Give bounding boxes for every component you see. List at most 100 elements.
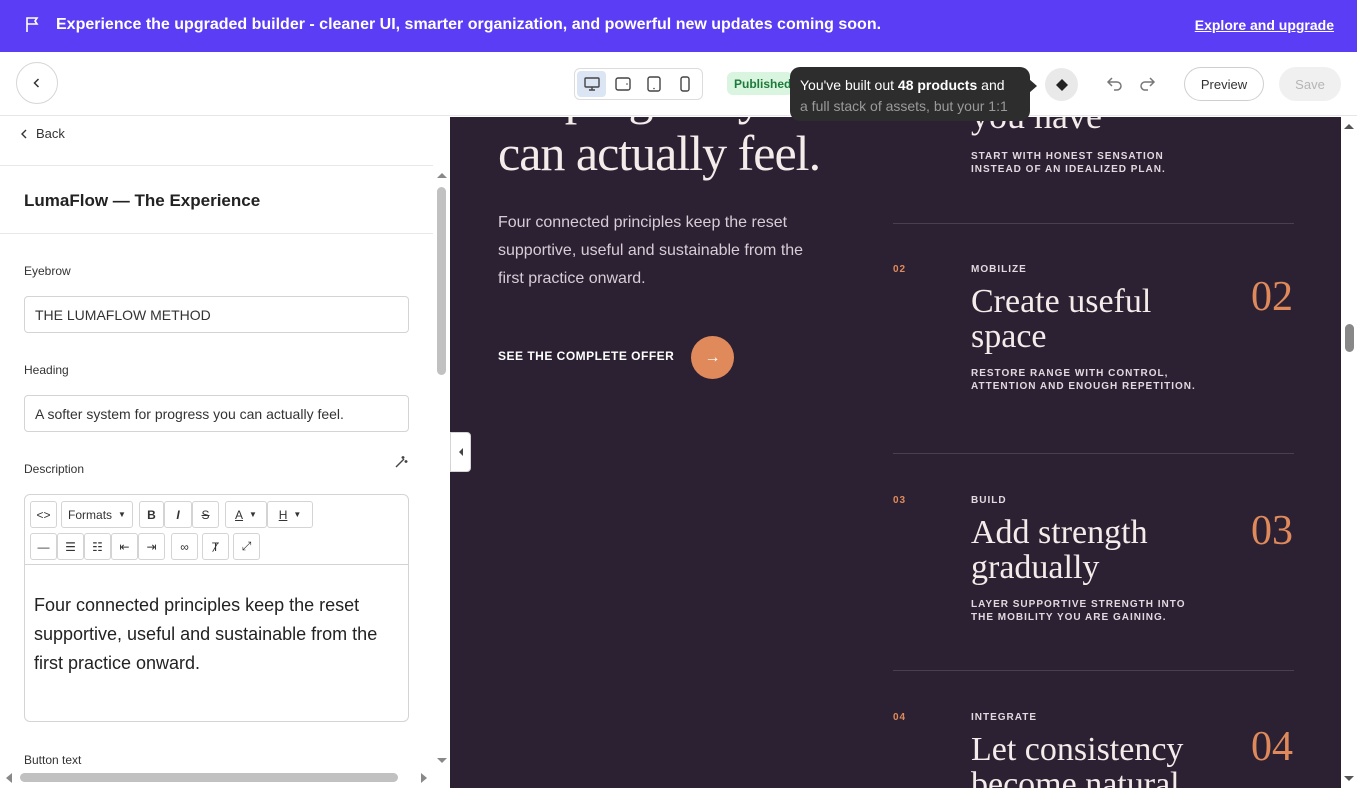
bold-icon: B [147, 507, 156, 522]
step4-kicker: INTEGRATE [971, 712, 1038, 723]
collapse-panel-button[interactable] [450, 432, 471, 472]
preview-description: Four connected principles keep the reset… [498, 214, 804, 287]
editor-topbar: Published You've built out 48 products a… [0, 52, 1357, 121]
scroll-down-icon[interactable] [1341, 773, 1357, 785]
formats-label: Formats [68, 507, 113, 522]
preview-scroll-thumb[interactable] [1345, 324, 1354, 352]
highlight-button[interactable]: H ▼ [267, 501, 313, 528]
editor-content[interactable]: Four connected principles keep the reset… [25, 565, 408, 678]
step2-big-number: 02 [1251, 274, 1293, 320]
magic-wand-icon[interactable] [393, 454, 409, 470]
scroll-left-icon[interactable] [3, 771, 15, 785]
preview-heading: for progress you can actually feel. [498, 117, 821, 181]
tablet-landscape-view-button[interactable] [608, 71, 637, 97]
tooltip-bold: 48 products [897, 77, 978, 93]
tooltip-line2: a full stack of assets, but your 1:1 [800, 98, 1008, 114]
mobile-view-button[interactable] [671, 71, 700, 97]
preview-scrollbar[interactable] [1341, 117, 1357, 788]
chevron-left-icon [33, 78, 40, 88]
step4-number: 04 [893, 712, 907, 723]
device-switcher [574, 68, 703, 100]
horizontal-rule-button[interactable]: — [30, 533, 57, 560]
text-color-button[interactable]: A ▼ [225, 501, 267, 528]
step4-big-number: 04 [1251, 724, 1293, 770]
status-badge: Published [727, 72, 793, 95]
preview-cta-button[interactable]: → [691, 336, 734, 379]
back-circle-button[interactable] [16, 62, 58, 104]
preview-heading-line2: can actually feel. [498, 125, 821, 181]
panel-horizontal-scroll-thumb[interactable] [20, 773, 398, 782]
preview-heading-line1: for progress you [498, 117, 820, 125]
description-label: Description [24, 462, 85, 476]
text-color-icon: A [235, 507, 244, 522]
step4-heading: Let consistency become natural [971, 731, 1184, 788]
clear-format-icon: Ⱦ [211, 539, 220, 554]
numbered-list-button[interactable]: ☷ [84, 533, 111, 560]
step3-sub: LAYER SUPPORTIVE STRENGTH INTO THE MOBIL… [971, 599, 1186, 623]
scroll-up-icon[interactable] [434, 169, 450, 181]
code-view-button[interactable]: <> [30, 501, 57, 528]
step3-number: 03 [893, 495, 907, 506]
step2-kicker: MOBILIZE [971, 264, 1027, 275]
divider [0, 165, 433, 166]
heading-label: Heading [24, 363, 69, 377]
redo-icon[interactable] [1138, 74, 1156, 92]
settings-panel: Back LumaFlow — The Experience Eyebrow T… [0, 117, 450, 788]
chevron-down-icon: ▼ [249, 510, 257, 519]
code-icon: <> [36, 507, 51, 522]
undo-icon[interactable] [1106, 74, 1124, 92]
divider [0, 233, 433, 234]
highlight-icon: H [278, 507, 288, 522]
desktop-view-button[interactable] [577, 71, 607, 97]
preview-cta-label[interactable]: SEE THE COMPLETE OFFER [498, 349, 674, 363]
flag-icon [26, 17, 39, 32]
chevron-down-icon: ▼ [293, 510, 302, 519]
arrow-right-icon: → [704, 348, 721, 366]
bullet-list-button[interactable]: ☰ [57, 533, 84, 560]
diamond-button[interactable] [1045, 68, 1078, 101]
indent-button[interactable]: ⇥ [138, 533, 165, 560]
panel-scroll-thumb[interactable] [437, 187, 446, 375]
step2-heading: Create useful space [971, 283, 1152, 355]
link-button[interactable]: ∞ [171, 533, 198, 560]
banner-message: Experience the upgraded builder - cleane… [56, 16, 882, 33]
italic-icon: I [176, 507, 180, 522]
panel-title: LumaFlow — The Experience [24, 191, 261, 210]
description-editor: <> Formats ▼ B I S A ▼ H ▼ — ☰ ☷ ⇤ ⇥ ∞ Ⱦ ⤢ … [24, 494, 409, 722]
button-text-label: Button text [24, 753, 82, 767]
chevron-left-icon [21, 129, 27, 138]
explore-upgrade-link[interactable]: Explore and upgrade [1195, 17, 1334, 33]
tablet-view-button[interactable] [640, 71, 669, 97]
strikethrough-button[interactable]: S [192, 501, 219, 528]
step-divider [893, 453, 1294, 454]
save-button[interactable]: Save [1279, 67, 1341, 101]
step-divider [893, 223, 1294, 224]
numbered-list-icon: ☷ [92, 539, 103, 554]
bold-button[interactable]: B [139, 501, 164, 528]
editor-toolbar: <> Formats ▼ B I S A ▼ H ▼ — ☰ ☷ ⇤ ⇥ ∞ Ⱦ ⤢ [25, 495, 408, 565]
scroll-up-icon[interactable] [1341, 120, 1357, 132]
back-link[interactable]: Back [20, 126, 65, 141]
bullet-list-icon: ☰ [65, 539, 76, 554]
tablet-icon [647, 76, 661, 92]
preview-button[interactable]: Preview [1184, 67, 1264, 101]
products-tooltip: You've built out 48 products and a full … [790, 67, 1037, 121]
formats-dropdown[interactable]: Formats ▼ [61, 501, 133, 528]
link-icon: ∞ [180, 539, 189, 554]
italic-button[interactable]: I [164, 501, 192, 528]
step3-heading: Add strength gradually [971, 514, 1148, 586]
fullscreen-button[interactable]: ⤢ [233, 533, 260, 560]
strikethrough-icon: S [201, 507, 210, 522]
scroll-down-icon[interactable] [434, 755, 450, 767]
scroll-right-icon[interactable] [418, 771, 430, 785]
outdent-button[interactable]: ⇤ [111, 533, 138, 560]
step1-sub: START WITH HONEST SENSATION INSTEAD OF A… [971, 151, 1166, 175]
chevron-down-icon: ▼ [118, 510, 126, 519]
clear-format-button[interactable]: Ⱦ [202, 533, 229, 560]
back-label: Back [36, 126, 65, 141]
step3-kicker: BUILD [971, 495, 1007, 506]
upgrade-banner: Experience the upgraded builder - cleane… [0, 0, 1357, 52]
indent-icon: ⇥ [146, 539, 157, 554]
heading-input[interactable]: A softer system for progress you can act… [24, 395, 409, 432]
eyebrow-input[interactable]: THE LUMAFLOW METHOD [24, 296, 409, 333]
